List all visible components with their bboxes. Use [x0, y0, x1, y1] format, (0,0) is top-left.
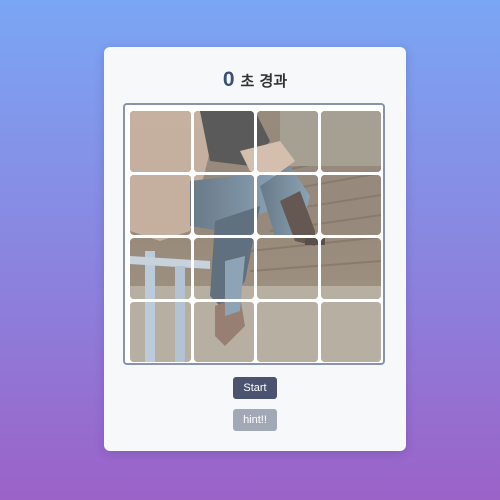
puzzle-board [123, 103, 385, 365]
puzzle-tile-image [257, 174, 318, 235]
puzzle-tile-image [193, 238, 254, 299]
hint-button[interactable]: hint!! [233, 409, 277, 431]
puzzle-tile[interactable] [320, 174, 381, 235]
puzzle-tile[interactable] [257, 301, 318, 362]
puzzle-tile[interactable] [130, 301, 191, 362]
puzzle-tile[interactable] [130, 111, 191, 172]
start-button[interactable]: Start [233, 377, 277, 399]
puzzle-tile[interactable] [320, 238, 381, 299]
puzzle-tile[interactable] [320, 111, 381, 172]
puzzle-tile-image [130, 301, 191, 362]
puzzle-tile[interactable] [257, 111, 318, 172]
puzzle-tile-image [130, 238, 191, 299]
puzzle-tile-image [193, 174, 254, 235]
puzzle-tile[interactable] [130, 174, 191, 235]
puzzle-tile[interactable] [130, 238, 191, 299]
puzzle-tile-image [320, 238, 381, 299]
puzzle-tile-image [257, 111, 318, 172]
puzzle-tile-image [193, 111, 254, 172]
puzzle-tile-image [257, 238, 318, 299]
puzzle-tile[interactable] [193, 174, 254, 235]
puzzle-tile[interactable] [320, 301, 381, 362]
puzzle-tile[interactable] [257, 174, 318, 235]
timer-header: 0 초 경과 [104, 68, 406, 92]
puzzle-tile[interactable] [257, 238, 318, 299]
elapsed-seconds: 0 [222, 68, 235, 91]
puzzle-card: 0 초 경과 Start hint!! [104, 47, 406, 451]
puzzle-tile-image [257, 301, 318, 362]
puzzle-tile-image [193, 301, 254, 362]
puzzle-tile-image [320, 111, 381, 172]
elapsed-label: 초 경과 [240, 72, 288, 90]
puzzle-tile-image [320, 174, 381, 235]
puzzle-tile-image [130, 174, 191, 235]
puzzle-tile[interactable] [193, 111, 254, 172]
puzzle-tile-image [130, 111, 191, 172]
puzzle-tile[interactable] [193, 238, 254, 299]
puzzle-tile-image [320, 301, 381, 362]
puzzle-grid [130, 111, 381, 362]
puzzle-tile[interactable] [193, 301, 254, 362]
